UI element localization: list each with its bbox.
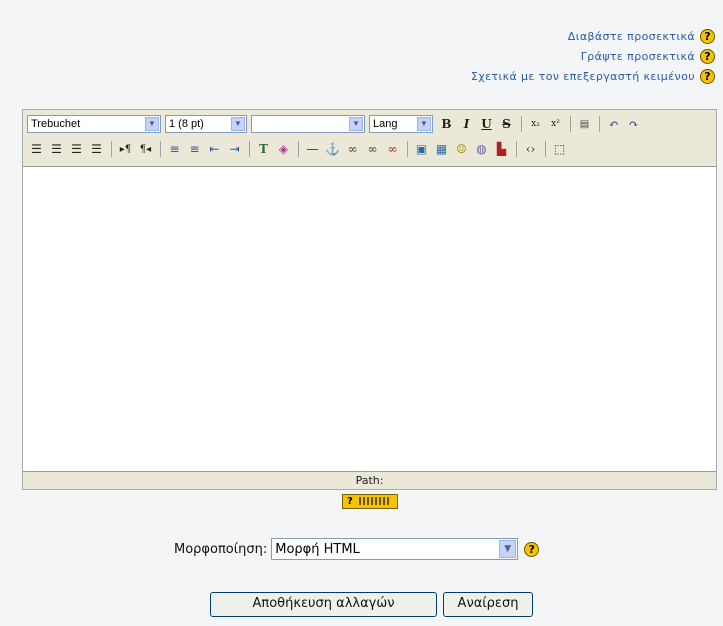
special-char-icon[interactable]: ◍ (472, 139, 491, 159)
unordered-list-icon[interactable]: ≡ (185, 139, 204, 159)
html-source-icon[interactable]: ‹› (521, 139, 540, 159)
insert-image-icon[interactable]: ▣ (412, 139, 431, 159)
bold-button[interactable]: B (437, 114, 456, 134)
heading-select[interactable]: ▼ (251, 115, 365, 133)
editor-text-area[interactable] (23, 166, 716, 472)
background-color-icon[interactable]: ◈ (274, 139, 293, 159)
undo-icon[interactable]: ↶ (604, 114, 623, 134)
toolbar-separator (570, 116, 571, 132)
font-family-select[interactable]: Trebuchet ▼ (27, 115, 161, 133)
help-link-write-label[interactable]: Γράψτε προσεκτικά (581, 50, 695, 63)
strikethrough-button[interactable]: S (497, 114, 516, 134)
format-label: Μορφοποίηση: (174, 541, 268, 557)
italic-button[interactable]: I (457, 114, 476, 134)
unlink-icon[interactable]: ∞ (363, 139, 382, 159)
chevron-down-icon[interactable]: ▼ (349, 117, 363, 131)
help-link-read-label[interactable]: Διαβάστε προσεκτικά (568, 30, 695, 43)
toolbar-separator (545, 141, 546, 157)
lang-value: Lang (373, 118, 398, 130)
keyboard-help-button[interactable]: ? (342, 494, 398, 509)
save-changes-button[interactable]: Αποθήκευση αλλαγών (210, 592, 437, 617)
html-editor: Trebuchet ▼ 1 (8 pt) ▼ ▼ Lang ▼ B I U S … (22, 109, 717, 490)
indent-icon[interactable]: ⇥ (225, 139, 244, 159)
help-question-icon[interactable]: ? (700, 48, 715, 64)
align-left-icon[interactable]: ☰ (27, 139, 46, 159)
help-link-read[interactable]: Διαβάστε προσεκτικά ? (471, 26, 715, 46)
ltr-direction-icon[interactable]: ▸¶ (116, 139, 135, 159)
superscript-icon[interactable]: x² (546, 114, 565, 134)
format-row: Μορφοποίηση: Μορφή HTML ▼ ? (174, 538, 540, 560)
smiley-icon[interactable]: ☺ (452, 139, 471, 159)
chevron-down-icon[interactable]: ▼ (417, 117, 431, 131)
font-family-value: Trebuchet (31, 118, 81, 130)
format-select-value: Μορφή HTML (275, 541, 360, 557)
help-link-editor-label[interactable]: Σχετικά με τον επεξεργαστή κειμένου (471, 70, 695, 83)
align-justify-icon[interactable]: ☰ (87, 139, 106, 159)
anchor-icon[interactable]: ⚓ (323, 139, 342, 159)
underline-button[interactable]: U (477, 114, 496, 134)
link-icon[interactable]: ∞ (343, 139, 362, 159)
help-question-icon[interactable]: ? (700, 28, 715, 44)
toolbar-separator (160, 141, 161, 157)
toolbar-separator (599, 116, 600, 132)
lang-select[interactable]: Lang ▼ (369, 115, 433, 133)
editor-toolbar-row-2: ☰ ☰ ☰ ☰ ▸¶ ¶◂ ≡ ≡ ⇤ ⇥ T ◈ — ⚓ ∞ ∞ ∞ ▣ ▦ … (27, 138, 570, 160)
chevron-down-icon[interactable]: ▼ (145, 117, 159, 131)
format-select[interactable]: Μορφή HTML ▼ (271, 538, 519, 560)
align-right-icon[interactable]: ☰ (67, 139, 86, 159)
help-question-icon[interactable]: ? (524, 541, 540, 557)
search-replace-icon[interactable]: ▙ (492, 139, 511, 159)
fullscreen-icon[interactable]: ⬚ (550, 139, 569, 159)
clean-word-icon[interactable]: ▤ (575, 114, 594, 134)
text-color-icon[interactable]: T (254, 139, 273, 159)
nolink-icon[interactable]: ∞ (383, 139, 402, 159)
chevron-down-icon[interactable]: ▼ (231, 117, 245, 131)
help-link-editor[interactable]: Σχετικά με τον επεξεργαστή κειμένου ? (471, 66, 715, 86)
toolbar-separator (516, 141, 517, 157)
toolbar-separator (249, 141, 250, 157)
chevron-down-icon[interactable]: ▼ (499, 540, 517, 558)
subscript-icon[interactable]: x₂ (526, 114, 545, 134)
insert-table-icon[interactable]: ▦ (432, 139, 451, 159)
help-question-icon[interactable]: ? (700, 68, 715, 84)
toolbar-separator (407, 141, 408, 157)
font-size-select[interactable]: 1 (8 pt) ▼ (165, 115, 247, 133)
redo-icon[interactable]: ↷ (624, 114, 643, 134)
help-links: Διαβάστε προσεκτικά ? Γράψτε προσεκτικά … (471, 26, 715, 86)
rtl-direction-icon[interactable]: ¶◂ (136, 139, 155, 159)
font-size-value: 1 (8 pt) (169, 118, 204, 130)
help-question-icon: ? (347, 496, 353, 507)
toolbar-separator (521, 116, 522, 132)
align-center-icon[interactable]: ☰ (47, 139, 66, 159)
outdent-icon[interactable]: ⇤ (205, 139, 224, 159)
ordered-list-icon[interactable]: ≡ (165, 139, 184, 159)
horizontal-rule-icon[interactable]: — (303, 139, 322, 159)
keyboard-icon (358, 497, 389, 505)
toolbar-separator (298, 141, 299, 157)
help-link-write[interactable]: Γράψτε προσεκτικά ? (471, 46, 715, 66)
editor-toolbar-row-1: Trebuchet ▼ 1 (8 pt) ▼ ▼ Lang ▼ B I U S … (27, 113, 644, 135)
editor-path-bar: Path: (355, 474, 384, 487)
cancel-button[interactable]: Αναίρεση (443, 592, 533, 617)
toolbar-separator (111, 141, 112, 157)
